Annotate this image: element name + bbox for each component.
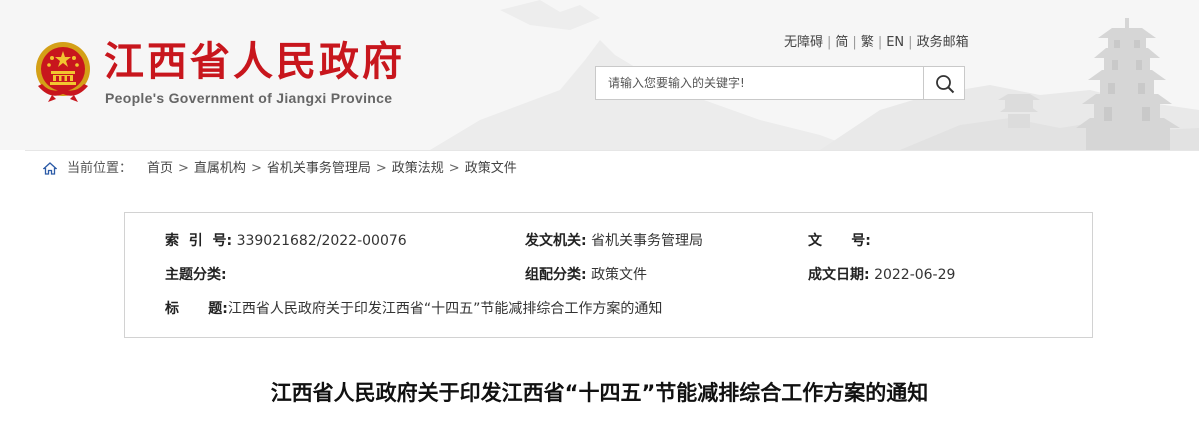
- site-header: 江西省人民政府 People's Government of Jiangxi P…: [0, 0, 1199, 150]
- search-button[interactable]: [923, 67, 964, 99]
- breadcrumb-items: 首页 > 直属机构 > 省机关事务管理局 > 政策法规 > 政策文件: [147, 150, 517, 188]
- national-emblem-icon: [36, 42, 90, 102]
- accessibility-link[interactable]: 无障碍: [784, 35, 823, 50]
- site-subtitle: People's Government of Jiangxi Province: [105, 90, 393, 106]
- info-issuer: 发文机关: 省机关事务管理局: [525, 231, 703, 251]
- breadcrumb-item-affairs-bureau[interactable]: 省机关事务管理局: [267, 161, 371, 176]
- breadcrumb-separator: >: [448, 161, 460, 176]
- document-info-box: 索 引 号: 339021682/2022-00076 发文机关: 省机关事务管…: [124, 212, 1093, 338]
- link-separator: |: [908, 35, 913, 50]
- info-docno: 文 号:: [808, 231, 871, 251]
- info-index: 索 引 号: 339021682/2022-00076: [165, 231, 407, 251]
- info-issuer-label: 发文机关:: [525, 233, 587, 249]
- info-title: 标 题:江西省人民政府关于印发江西省“十四五”节能减排综合工作方案的通知: [165, 299, 662, 319]
- info-docno-label: 文 号:: [808, 233, 871, 249]
- site-title[interactable]: 江西省人民政府: [104, 36, 405, 88]
- traditional-chinese-link[interactable]: 繁: [861, 35, 874, 50]
- breadcrumb-label: 当前位置：: [67, 161, 133, 176]
- search-input[interactable]: [596, 67, 922, 99]
- link-separator: |: [877, 35, 883, 50]
- english-link[interactable]: EN: [886, 35, 904, 50]
- breadcrumb-item-policy-regulations[interactable]: 政策法规: [392, 161, 444, 176]
- info-title-value: 江西省人民政府关于印发江西省“十四五”节能减排综合工作方案的通知: [227, 301, 663, 317]
- top-links: 无障碍 | 简 | 繁 | EN | 政务邮箱: [784, 34, 969, 52]
- info-issuer-value: 省机关事务管理局: [591, 233, 704, 249]
- info-category-label: 组配分类:: [525, 267, 587, 283]
- breadcrumb-separator: >: [250, 161, 262, 176]
- info-date: 成文日期: 2022-06-29: [808, 265, 955, 285]
- link-separator: |: [827, 35, 832, 50]
- breadcrumb-separator: >: [178, 161, 189, 176]
- info-topic-label: 主题分类:: [165, 267, 227, 283]
- info-date-value: 2022-06-29: [874, 267, 956, 283]
- breadcrumb-separator: >: [375, 161, 387, 176]
- info-title-label: 标 题:: [165, 301, 228, 317]
- simplified-chinese-link[interactable]: 简: [835, 35, 848, 50]
- search-box: [595, 66, 965, 100]
- info-date-label: 成文日期:: [808, 267, 870, 283]
- home-icon: [43, 162, 57, 175]
- search-icon: [936, 75, 955, 94]
- link-separator: |: [852, 35, 857, 50]
- breadcrumb-item-home[interactable]: 首页: [147, 161, 173, 176]
- info-category: 组配分类: 政策文件: [525, 265, 647, 285]
- info-index-label: 索 引 号:: [165, 233, 233, 249]
- breadcrumb: 当前位置： 首页 > 直属机构 > 省机关事务管理局 > 政策法规 > 政策文件: [25, 150, 1199, 188]
- article-title: 江西省人民政府关于印发江西省“十四五”节能减排综合工作方案的通知: [270, 381, 929, 405]
- breadcrumb-item-policy-documents[interactable]: 政策文件: [465, 161, 517, 176]
- info-topic: 主题分类:: [165, 265, 227, 285]
- breadcrumb-item-direct-agencies[interactable]: 直属机构: [194, 161, 246, 176]
- info-category-value: 政策文件: [591, 267, 648, 283]
- info-index-value: 339021682/2022-00076: [236, 233, 407, 249]
- gov-mail-link[interactable]: 政务邮箱: [917, 35, 969, 50]
